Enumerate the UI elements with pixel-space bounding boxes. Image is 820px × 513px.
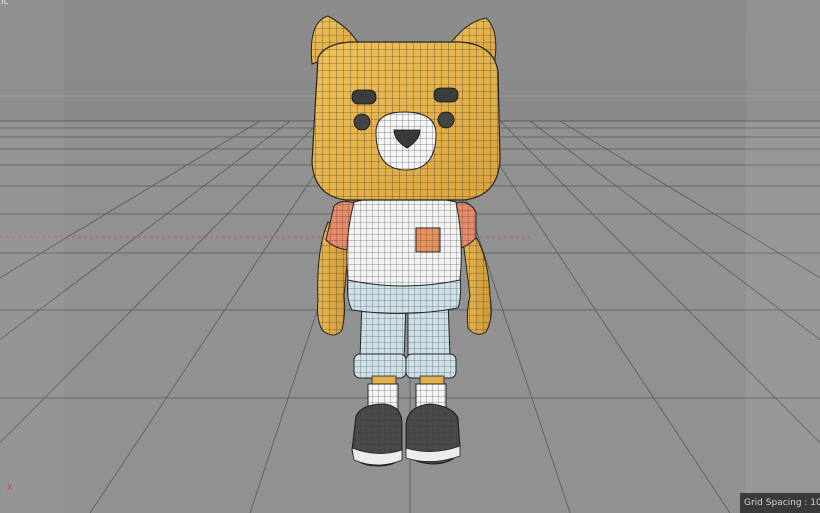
grid-spacing-status: Grid Spacing : 100 cm xyxy=(740,493,820,513)
right-cheek xyxy=(437,111,455,129)
left-eye xyxy=(351,89,377,105)
axis-x-label: X xyxy=(7,483,13,492)
viewport-corner-label: ic xyxy=(1,0,9,7)
left-cheek xyxy=(353,113,371,131)
right-eye xyxy=(433,87,459,103)
3d-viewport[interactable]: ic X Grid Spacing : 100 cm xyxy=(0,0,820,513)
scene-canvas[interactable] xyxy=(0,0,820,513)
